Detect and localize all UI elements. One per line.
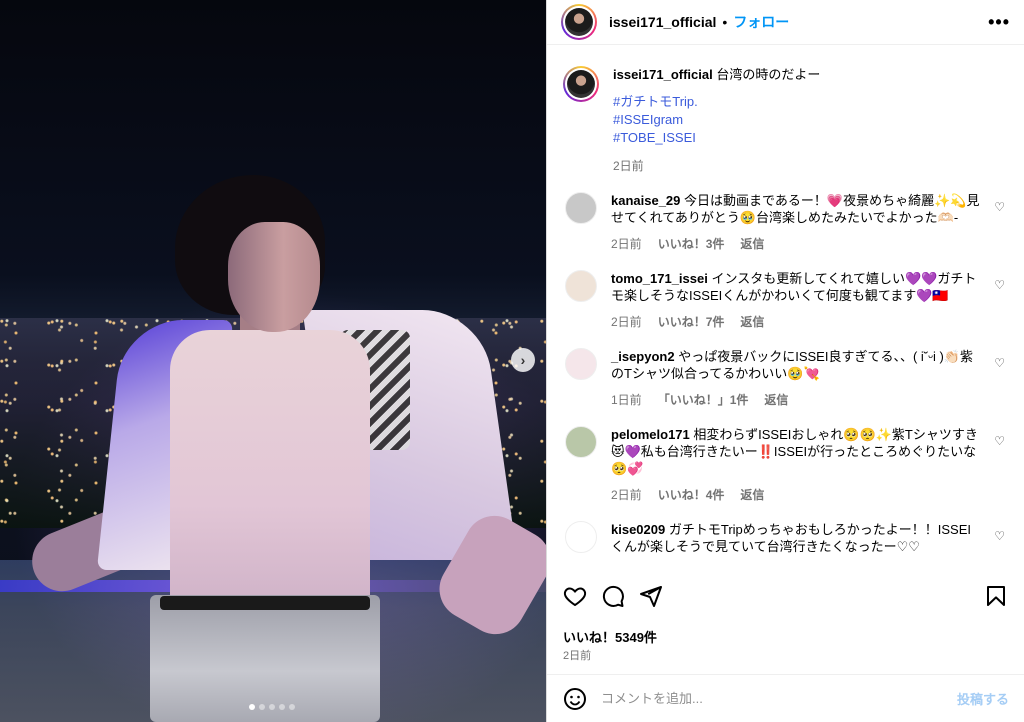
comment-avatar[interactable] (565, 192, 597, 224)
comment-item: tomo_171_issei インスタも更新してくれて嬉しい💜💜ガチトモ楽しそう… (563, 270, 1009, 331)
post-photo[interactable]: › (0, 0, 546, 722)
like-count[interactable]: いいね！5349件 (563, 627, 657, 646)
comment-like-count[interactable]: いいね！4件 (658, 487, 725, 504)
comment-heart-icon[interactable]: ♡ (994, 434, 1005, 448)
heart-icon[interactable] (563, 584, 587, 608)
comment-username[interactable]: pelomelo171 (611, 427, 690, 442)
emoji-icon[interactable] (563, 687, 587, 711)
action-bar (563, 584, 1008, 608)
comment-time[interactable]: 2日前 (611, 487, 642, 504)
share-icon[interactable] (639, 584, 663, 608)
comment-item: _isepyon2 やっぱ夜景バックにISSEI良すぎてる、、( i˘ᵕi )👏… (563, 348, 1009, 409)
comment-icon[interactable] (601, 584, 625, 608)
caption: issei171_official 台湾の時のだよー #ガチトモTrip. #I… (563, 66, 1009, 175)
header-separator: • (722, 14, 728, 30)
comment-meta: 1日前 「いいね！」1件 返信 (611, 392, 983, 409)
carousel-dot (249, 704, 255, 710)
post-header: issei171_official • フォロー ••• (547, 0, 1024, 45)
comment-username[interactable]: _isepyon2 (611, 349, 675, 364)
comment-heart-icon[interactable]: ♡ (994, 529, 1005, 543)
carousel-dot (279, 704, 285, 710)
comment-item: kanaise_29 今日は動画まであるー！💗夜景めちゃ綺麗✨💫見せてくれてあり… (563, 192, 1009, 253)
comment-time[interactable]: 2日前 (611, 314, 642, 331)
caption-username[interactable]: issei171_official (613, 67, 713, 82)
caption-avatar[interactable] (563, 66, 599, 102)
reply-button[interactable]: 返信 (764, 392, 788, 409)
comment-like-count[interactable]: 「いいね！」1件 (658, 392, 749, 409)
comment-avatar[interactable] (565, 270, 597, 302)
add-comment-bar: 投稿する (547, 674, 1024, 722)
caption-text: 台湾の時のだよー (716, 67, 821, 82)
comment-avatar[interactable] (565, 521, 597, 553)
comment-avatar[interactable] (565, 348, 597, 380)
comment-item: pelomelo171 相変わらずISSEIおしゃれ🥺🥺✨紫Tシャツすき😻💜私も… (563, 426, 1009, 504)
t-shirt (170, 330, 370, 620)
person (0, 0, 546, 722)
pants (150, 595, 380, 722)
comment-like-count[interactable]: いいね！3件 (658, 236, 725, 253)
comment-heart-icon[interactable]: ♡ (994, 200, 1005, 214)
post-comment-button[interactable]: 投稿する (957, 689, 1009, 708)
hashtag-link[interactable]: #TOBE_ISSEI (613, 129, 820, 147)
comment-heart-icon[interactable]: ♡ (994, 278, 1005, 292)
post-panel: issei171_official • フォロー ••• issei171_of… (546, 0, 1024, 722)
header-username[interactable]: issei171_official (609, 14, 716, 30)
comment-time[interactable]: 2日前 (611, 236, 642, 253)
comment-meta: 2日前 いいね！3件 返信 (611, 236, 983, 253)
carousel-dots (249, 704, 295, 710)
comment-heart-icon[interactable]: ♡ (994, 356, 1005, 370)
reply-button[interactable]: 返信 (740, 314, 764, 331)
comment-time[interactable]: 1日前 (611, 392, 642, 409)
avatar[interactable] (561, 4, 597, 40)
post-date[interactable]: 2日前 (563, 647, 591, 663)
comment-like-count[interactable]: いいね！7件 (658, 314, 725, 331)
reply-button[interactable]: 返信 (740, 236, 764, 253)
reply-button[interactable]: 返信 (740, 487, 764, 504)
comment-text: ガチトモTripめっちゃおもしろかったよー！！ISSEIくんが楽しそうで見ていて… (611, 522, 972, 554)
more-options-icon[interactable]: ••• (988, 12, 1010, 33)
comment-username[interactable]: kise0209 (611, 522, 665, 537)
caption-time[interactable]: 2日前 (613, 157, 644, 175)
comment-meta: 2日前 いいね！4件 返信 (611, 487, 983, 504)
comment-item: kise0209 ガチトモTripめっちゃおもしろかったよー！！ISSEIくんが… (563, 521, 1009, 565)
face (228, 222, 320, 332)
hashtags: #ガチトモTrip. #ISSEIgram #TOBE_ISSEI (613, 93, 820, 147)
follow-button[interactable]: フォロー (733, 12, 789, 32)
comment-input[interactable] (601, 691, 957, 706)
carousel-dot (289, 704, 295, 710)
carousel-dot (269, 704, 275, 710)
comment-meta: 2日前 いいね！7件 返信 (611, 314, 983, 331)
comment-username[interactable]: tomo_171_issei (611, 271, 708, 286)
hashtag-link[interactable]: #ガチトモTrip. (613, 93, 820, 111)
comment-username[interactable]: kanaise_29 (611, 193, 680, 208)
belt (160, 596, 370, 610)
comment-avatar[interactable] (565, 426, 597, 458)
bookmark-icon[interactable] (984, 584, 1008, 608)
hashtag-link[interactable]: #ISSEIgram (613, 111, 820, 129)
carousel-next-button[interactable]: › (511, 348, 535, 372)
comments-list[interactable]: issei171_official 台湾の時のだよー #ガチトモTrip. #I… (547, 46, 1024, 572)
carousel-dot (259, 704, 265, 710)
